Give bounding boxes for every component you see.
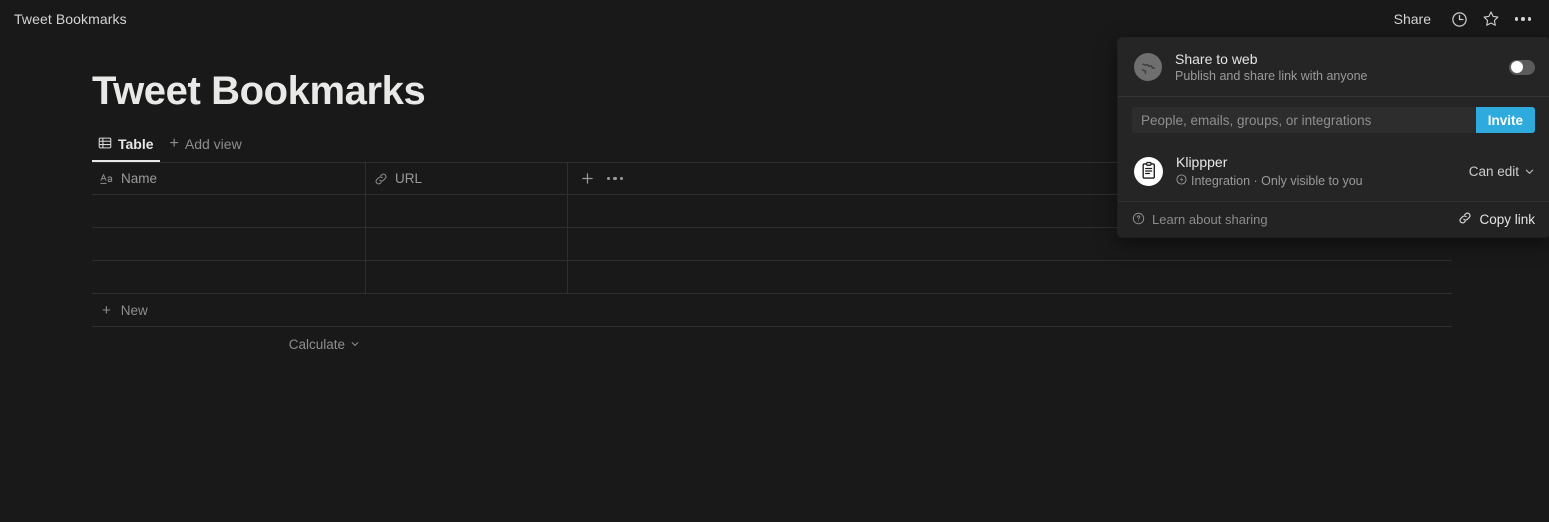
top-bar-actions: Share <box>1384 5 1549 33</box>
ellipsis-dots <box>606 176 624 181</box>
table-row[interactable] <box>92 261 1452 294</box>
breadcrumb[interactable]: Tweet Bookmarks <box>14 11 127 27</box>
text-type-icon <box>100 172 114 185</box>
chevron-down-icon <box>1525 169 1534 174</box>
share-popup-footer: Learn about sharing Copy link <box>1118 202 1549 238</box>
clipboard-icon <box>1134 156 1163 186</box>
cell-name[interactable] <box>92 195 366 227</box>
share-to-web-subtitle: Publish and share link with anyone <box>1175 69 1368 83</box>
calculate-cell: Calculate <box>92 337 366 352</box>
tab-add-view-label: Add view <box>184 136 242 152</box>
chevron-down-icon <box>351 342 359 347</box>
invite-row: Invite <box>1118 97 1549 143</box>
invite-input[interactable] <box>1132 107 1476 133</box>
cell-url[interactable] <box>366 261 568 293</box>
top-bar: Tweet Bookmarks Share <box>0 0 1549 38</box>
cell-url[interactable] <box>366 195 568 227</box>
column-header-name-label: Name <box>121 171 158 186</box>
share-to-web-title: Share to web <box>1175 51 1258 67</box>
member-name: Klippper <box>1176 154 1228 170</box>
member-permission-label: Can edit <box>1468 163 1519 179</box>
table-icon <box>98 136 112 153</box>
link-type-icon <box>374 172 388 186</box>
member-row: Klippper Integration · Only visible to y… <box>1118 143 1549 203</box>
share-to-web-toggle[interactable] <box>1509 59 1535 75</box>
calculate-button[interactable]: Calculate <box>289 337 366 352</box>
toggle-knob <box>1510 61 1523 73</box>
add-column-button[interactable] <box>574 167 600 191</box>
cell-url[interactable] <box>366 228 568 260</box>
invite-button[interactable]: Invite <box>1475 107 1535 133</box>
copy-link-label: Copy link <box>1479 212 1535 228</box>
plus-icon: + <box>169 135 179 152</box>
table-options-button[interactable] <box>602 167 628 191</box>
column-header-name[interactable]: Name <box>92 163 366 194</box>
learn-about-sharing-link[interactable]: Learn about sharing <box>1132 212 1268 228</box>
bolt-circle-icon <box>1176 173 1187 189</box>
plus-icon: + <box>102 301 111 319</box>
member-meta-label: Integration · Only visible to you <box>1191 174 1363 189</box>
link-icon <box>1458 211 1472 228</box>
tab-add-view[interactable]: + Add view <box>164 132 248 162</box>
new-row-button[interactable]: + New <box>92 294 1452 327</box>
share-button[interactable]: Share <box>1384 7 1441 31</box>
calculate-label: Calculate <box>288 336 345 352</box>
star-icon[interactable] <box>1477 5 1505 33</box>
share-to-web-texts: Share to web Publish and share link with… <box>1175 51 1367 83</box>
share-to-web-row: Share to web Publish and share link with… <box>1118 38 1549 97</box>
cell-name[interactable] <box>92 228 366 260</box>
cell-name[interactable] <box>92 261 366 293</box>
ellipsis-icon[interactable] <box>1509 5 1537 33</box>
member-permission-dropdown[interactable]: Can edit <box>1469 164 1535 179</box>
clock-icon[interactable] <box>1445 5 1473 33</box>
globe-icon <box>1134 53 1162 81</box>
app-root: Tweet Bookmarks Share Tweet Bookmarks Ta… <box>0 0 1549 522</box>
learn-about-sharing-label: Learn about sharing <box>1152 212 1268 228</box>
tab-table[interactable]: Table <box>92 132 160 162</box>
ellipsis-dots <box>1514 17 1532 21</box>
member-texts: Klippper Integration · Only visible to y… <box>1176 153 1363 189</box>
question-circle-icon <box>1132 212 1145 228</box>
tab-table-label: Table <box>118 136 154 152</box>
share-popup: Share to web Publish and share link with… <box>1118 38 1549 238</box>
member-meta: Integration · Only visible to you <box>1176 173 1363 189</box>
table-footer: Calculate <box>92 327 1452 361</box>
new-row-label: New <box>120 302 148 318</box>
column-header-url-label: URL <box>395 171 423 186</box>
copy-link-button[interactable]: Copy link <box>1458 211 1535 228</box>
column-header-url[interactable]: URL <box>366 163 568 194</box>
cell-empty <box>568 261 1452 293</box>
